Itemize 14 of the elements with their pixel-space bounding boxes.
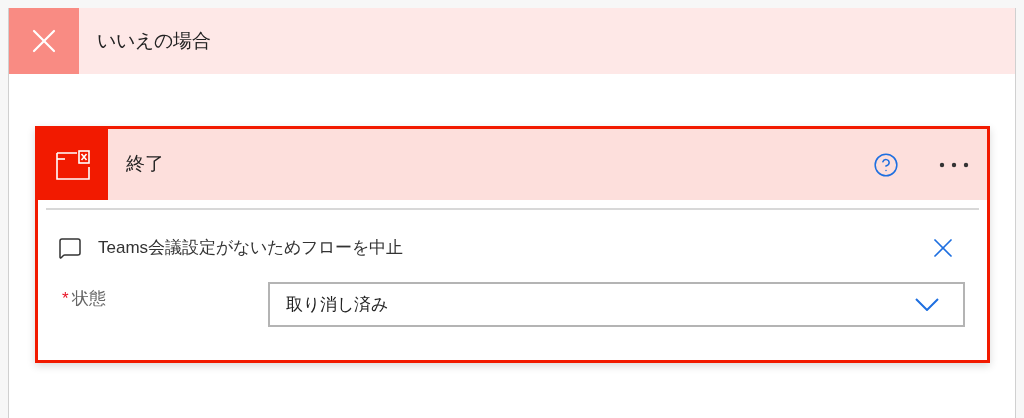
more-icon[interactable]: [939, 161, 969, 168]
action-header[interactable]: 終了: [38, 129, 987, 200]
comment-icon: [58, 236, 82, 260]
help-icon[interactable]: [873, 151, 899, 178]
terminate-icon: [38, 129, 108, 200]
required-mark: *: [62, 288, 69, 310]
branch-title: いいえの場合: [97, 28, 211, 53]
field-label: 状態: [71, 288, 106, 310]
action-title: 終了: [126, 152, 165, 177]
comment-text: Teams会議設定がないためフローを中止: [98, 237, 405, 260]
branch-header[interactable]: いいえの場合: [9, 8, 1015, 74]
dropdown-value: 取り消し済み: [286, 293, 389, 316]
chevron-icon: [915, 298, 939, 311]
status-dropdown[interactable]: 取り消し済み: [268, 282, 965, 327]
